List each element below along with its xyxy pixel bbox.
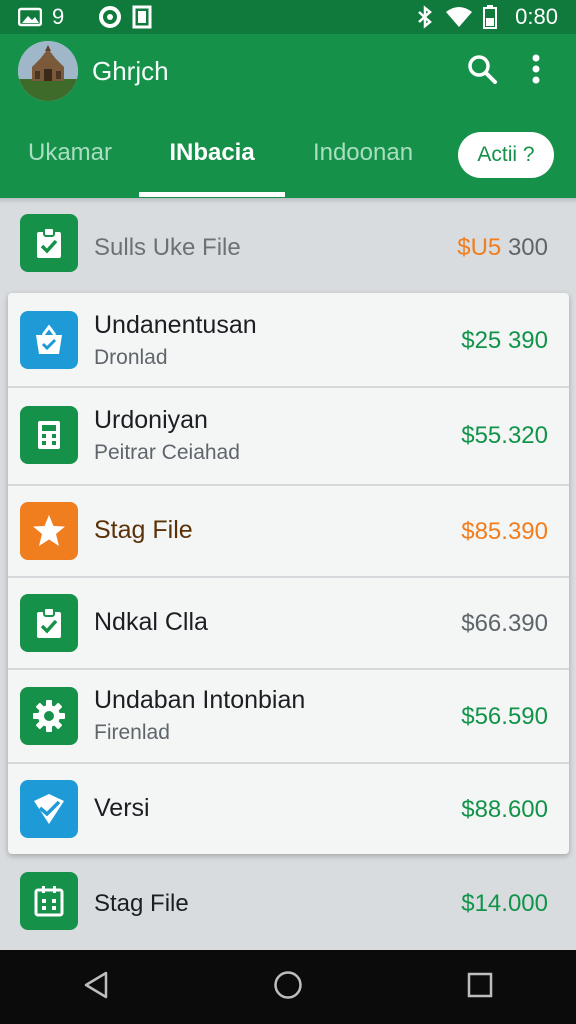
list-item[interactable]: Versi $88.600: [0, 764, 576, 854]
tab-bar: Ukamar INbacia Indoonan Actii ?: [0, 108, 576, 198]
list-item-title: Urdoniyan: [94, 406, 208, 434]
recents-square-icon: [466, 971, 494, 1004]
star-icon: [20, 502, 78, 560]
clipboard-check-icon: [20, 594, 78, 652]
list-item[interactable]: Undanentusan Dronlad $25 390: [0, 293, 576, 387]
list-item[interactable]: Urdoniyan Peitrar Ceiahad $55.320: [0, 388, 576, 484]
gear-icon: [20, 687, 78, 745]
calendar-icon: [20, 872, 78, 930]
system-nav-bar: [0, 950, 576, 1024]
search-button[interactable]: [460, 49, 504, 93]
app-title: Ghrjch: [92, 55, 169, 86]
list-item-amount: $U5 300: [457, 234, 548, 262]
wifi-icon: [445, 6, 473, 28]
list-item-subtitle: Firenlad: [94, 721, 170, 744]
list-item-title: Versi: [94, 794, 150, 822]
list-item-subtitle: Peitrar Ceiahad: [94, 441, 240, 464]
status-bar-right: 0:80: [415, 4, 558, 30]
app-bar: Ghrjch: [0, 34, 576, 108]
list-item-title: Stag File: [94, 890, 189, 917]
image-icon: [18, 7, 42, 27]
list-item-title: Sulls Uke File: [94, 234, 241, 261]
square-notification-icon: [132, 5, 152, 29]
back-button[interactable]: [66, 957, 126, 1017]
list-item[interactable]: Ndkal Clla $66.390: [0, 578, 576, 668]
action-chip-button[interactable]: Actii ?: [458, 132, 554, 178]
list-item-subtitle: Dronlad: [94, 346, 168, 369]
list-item-amount: $55.320: [461, 422, 548, 449]
search-icon: [466, 53, 498, 90]
list-item[interactable]: Stag File $85.390: [0, 486, 576, 576]
calculator-icon: [20, 406, 78, 464]
bluetooth-icon: [415, 5, 435, 29]
home-circle-icon: [273, 970, 303, 1005]
status-bar-left: 9: [18, 4, 152, 30]
amount-prefix: $U5: [457, 234, 502, 261]
avatar[interactable]: [18, 41, 78, 101]
list-item-amount: $85.390: [461, 518, 548, 545]
status-number: 9: [52, 4, 65, 29]
list-item-amount: $14.000: [461, 890, 548, 917]
battery-icon: [483, 5, 498, 29]
more-options-button[interactable]: [514, 49, 558, 93]
list-item-title: Undanentusan: [94, 311, 257, 339]
list-item-amount: $66.390: [461, 610, 548, 637]
status-time: 0:80: [515, 4, 558, 29]
more-vert-icon: [531, 53, 541, 90]
tab-indoonan[interactable]: Indoonan: [300, 108, 426, 198]
list-item[interactable]: Sulls Uke File $U5 300: [0, 204, 576, 292]
file-list-card: Undanentusan Dronlad $25 390 Urdoniyan P…: [8, 293, 569, 854]
clipboard-check-icon: [20, 214, 78, 272]
list-item-title: Undaban Intonbian: [94, 686, 306, 714]
home-button[interactable]: [258, 957, 318, 1017]
amount-rest: 300: [501, 234, 548, 261]
tab-inbacia[interactable]: INbacia: [139, 108, 285, 198]
circle-notification-icon: [98, 5, 122, 29]
list-item-title: Stag File: [94, 516, 193, 544]
list-item-amount: $25 390: [461, 327, 548, 354]
basket-check-icon: [20, 311, 78, 369]
list-item[interactable]: Stag File $14.000: [0, 862, 576, 946]
active-tab-indicator: [139, 192, 285, 197]
list-item-title: Ndkal Clla: [94, 608, 208, 636]
check-envelope-icon: [20, 780, 78, 838]
list-item-amount: $88.600: [461, 796, 548, 823]
tab-ukamar[interactable]: Ukamar: [10, 108, 130, 198]
back-triangle-icon: [82, 970, 110, 1005]
list-item[interactable]: Undaban Intonbian Firenlad $56.590: [0, 670, 576, 762]
status-bar: 9 0:80: [0, 0, 576, 34]
recents-button[interactable]: [450, 957, 510, 1017]
list-item-amount: $56.590: [461, 703, 548, 730]
